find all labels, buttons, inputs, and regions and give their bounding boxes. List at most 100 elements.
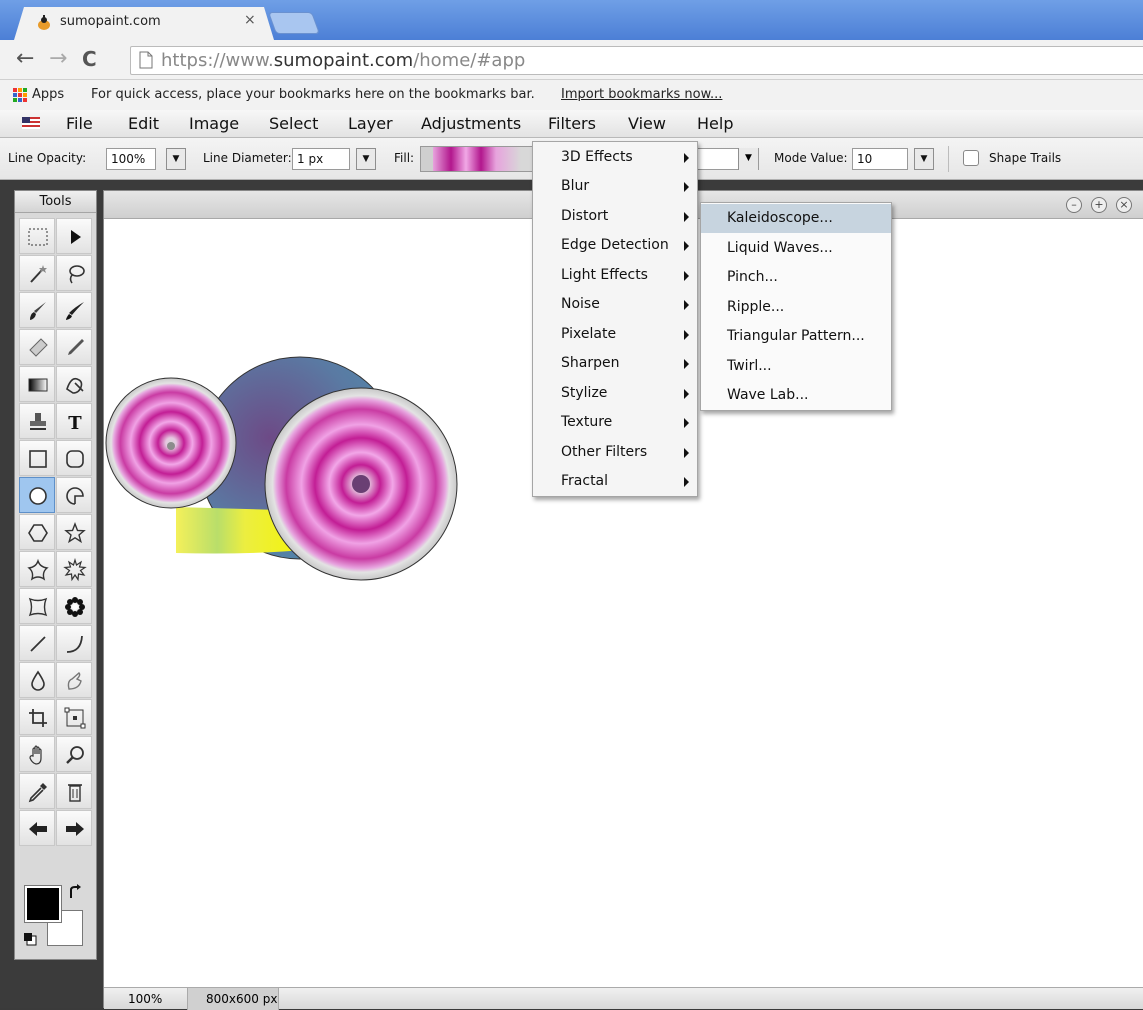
tab-close-icon[interactable]: ×	[244, 12, 256, 28]
mode-value-dropdown[interactable]: ▼	[914, 148, 934, 170]
menu-adjustments[interactable]: Adjustments	[421, 114, 521, 133]
filters-item-edge-detection[interactable]: Edge Detection	[533, 231, 697, 260]
menu-edit[interactable]: Edit	[128, 114, 159, 133]
apps-grid-icon[interactable]	[12, 87, 28, 103]
filters-item-3d-effects[interactable]: 3D Effects	[533, 143, 697, 172]
minimize-icon[interactable]: –	[1066, 197, 1082, 213]
filters-item-light-effects[interactable]: Light Effects	[533, 261, 697, 290]
flag-icon[interactable]	[22, 117, 40, 129]
apps-label[interactable]: Apps	[32, 87, 64, 102]
back-arrow-icon[interactable]: ←	[16, 48, 34, 70]
text-tool[interactable]: T	[56, 403, 92, 439]
reset-colors-icon[interactable]	[23, 932, 37, 946]
delete-tool[interactable]	[56, 773, 92, 809]
eyedropper-tool[interactable]	[19, 773, 55, 809]
fill-mode-dropdown[interactable]: ▼	[697, 148, 759, 170]
blob-shape-tool[interactable]	[19, 588, 55, 624]
new-tab-button[interactable]	[267, 12, 321, 34]
flower-shape-tool[interactable]	[56, 588, 92, 624]
lasso-tool[interactable]	[56, 255, 92, 291]
filters-item-other-filters[interactable]: Other Filters	[533, 438, 697, 467]
filters-item-fractal[interactable]: Fractal	[533, 467, 697, 496]
submenu-arrow-icon	[684, 330, 689, 340]
stamp-tool[interactable]	[19, 403, 55, 439]
filters-item-distort[interactable]: Distort	[533, 202, 697, 231]
magic-wand-tool[interactable]	[19, 255, 55, 291]
menu-file[interactable]: File	[66, 114, 93, 133]
canvas-size-tab: 800x600 px	[187, 988, 279, 1010]
gradient-tool[interactable]	[19, 366, 55, 402]
filters-item-blur[interactable]: Blur	[533, 172, 697, 201]
rounded-star-tool[interactable]	[19, 551, 55, 587]
curve-tool[interactable]	[56, 625, 92, 661]
close-icon[interactable]: ×	[1116, 197, 1132, 213]
distort-item-twirl[interactable]: Twirl...	[701, 352, 891, 381]
line-tool[interactable]	[19, 625, 55, 661]
move-tool[interactable]	[56, 218, 92, 254]
marquee-tool[interactable]	[19, 218, 55, 254]
polygon-tool[interactable]	[19, 514, 55, 550]
transform-tool[interactable]	[56, 699, 92, 735]
filters-item-noise[interactable]: Noise	[533, 290, 697, 319]
distort-item-kaleidoscope[interactable]: Kaleidoscope...	[701, 204, 891, 233]
star-tool[interactable]	[56, 514, 92, 550]
filters-item-pixelate[interactable]: Pixelate	[533, 320, 697, 349]
redo-tool[interactable]	[56, 810, 92, 846]
filters-item-texture[interactable]: Texture	[533, 408, 697, 437]
browser-tab[interactable]: sumopaint.com ×	[14, 7, 274, 40]
crop-tool[interactable]	[19, 699, 55, 735]
distort-item-wave-lab[interactable]: Wave Lab...	[701, 381, 891, 410]
menu-image[interactable]: Image	[189, 114, 239, 133]
menu-layer[interactable]: Layer	[348, 114, 393, 133]
shape-trails-checkbox[interactable]	[963, 150, 979, 166]
fill-mode-dropdown-arrow[interactable]: ▼	[738, 148, 758, 170]
menu-select[interactable]: Select	[269, 114, 318, 133]
menu-view[interactable]: View	[628, 114, 666, 133]
distort-item-ripple[interactable]: Ripple...	[701, 293, 891, 322]
hand-tool[interactable]	[19, 736, 55, 772]
rectangle-tool[interactable]	[19, 440, 55, 476]
menu-help[interactable]: Help	[697, 114, 733, 133]
foreground-color-swatch[interactable]	[24, 885, 62, 923]
arc-tool[interactable]	[56, 477, 92, 513]
line-opacity-input[interactable]: 100%	[106, 148, 156, 170]
distort-item-triangular-pattern[interactable]: Triangular Pattern...	[701, 322, 891, 351]
address-bar[interactable]: https://www.sumopaint.com/home/#app	[130, 46, 1143, 75]
menu-filters[interactable]: Filters	[548, 114, 596, 133]
submenu-arrow-icon	[684, 448, 689, 458]
distort-item-pinch[interactable]: Pinch...	[701, 263, 891, 292]
forward-arrow-icon[interactable]: →	[49, 48, 67, 70]
rounded-rectangle-icon	[66, 450, 84, 468]
import-bookmarks-link[interactable]: Import bookmarks now...	[561, 87, 722, 102]
line-diameter-dropdown[interactable]: ▼	[356, 148, 376, 170]
distort-item-liquid-waves[interactable]: Liquid Waves...	[701, 234, 891, 263]
rounded-rectangle-tool[interactable]	[56, 440, 92, 476]
mode-value-input[interactable]: 10	[852, 148, 908, 170]
swap-colors-icon[interactable]	[67, 884, 83, 900]
pencil-tool[interactable]	[56, 329, 92, 365]
hexagon-icon	[28, 524, 48, 542]
blur-tool[interactable]	[19, 662, 55, 698]
filters-item-sharpen[interactable]: Sharpen	[533, 349, 697, 378]
smudge-finger-tool[interactable]	[56, 662, 92, 698]
eraser-tool[interactable]	[19, 329, 55, 365]
burst-star-tool[interactable]	[56, 551, 92, 587]
smudge-tool[interactable]	[56, 366, 92, 402]
ellipse-tool[interactable]	[19, 477, 55, 513]
calligraphy-brush-tool[interactable]	[56, 292, 92, 328]
line-opacity-dropdown[interactable]: ▼	[166, 148, 186, 170]
zoom-tool[interactable]	[56, 736, 92, 772]
fill-label: Fill:	[394, 151, 415, 165]
water-drop-icon	[31, 670, 45, 691]
undo-tool[interactable]	[19, 810, 55, 846]
brush-tool[interactable]	[19, 292, 55, 328]
line-diameter-input[interactable]: 1 px	[292, 148, 350, 170]
reload-icon[interactable]: C	[82, 48, 97, 70]
arrow-pointer-icon	[71, 230, 81, 244]
maximize-icon[interactable]: +	[1091, 197, 1107, 213]
hand-icon	[29, 745, 42, 765]
fill-gradient-swatch[interactable]	[420, 146, 534, 172]
line-diameter-label: Line Diameter:	[203, 151, 292, 165]
filters-item-stylize[interactable]: Stylize	[533, 379, 697, 408]
filters-dropdown-menu: 3D Effects Blur Distort Edge Detection L…	[532, 141, 698, 497]
